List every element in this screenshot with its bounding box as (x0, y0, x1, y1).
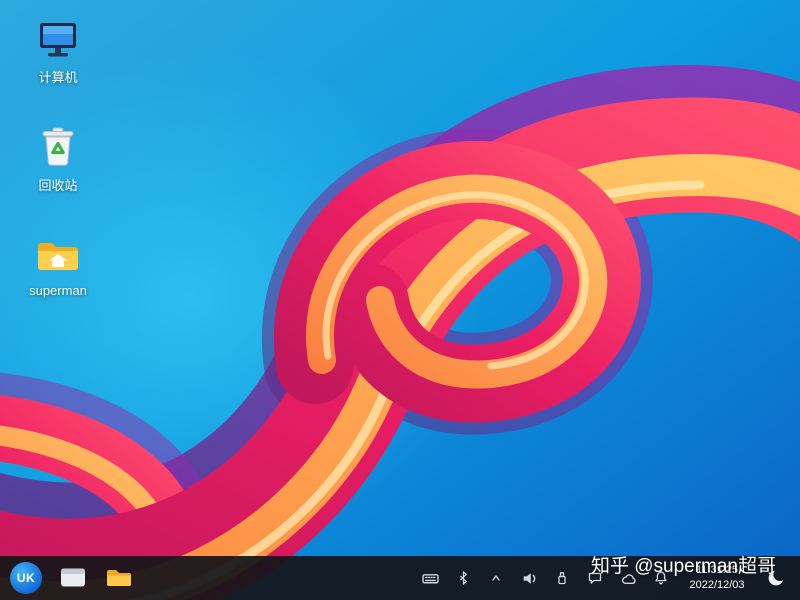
desktop-icon-label: 回收站 (38, 178, 78, 193)
wallpaper-image (0, 0, 800, 600)
start-logo-text: UK (16, 571, 36, 585)
desktop-icon-computer[interactable]: 计算机 (16, 16, 100, 86)
weather-icon[interactable] (619, 569, 637, 587)
start-button[interactable]: UK (10, 562, 42, 594)
desktop-icon-column: 计算机 回收站 superman (16, 16, 100, 298)
system-tray (421, 569, 670, 587)
file-manager-button[interactable] (104, 563, 134, 593)
taskbar: UK 11:31:25 2022/12/03 (0, 556, 800, 600)
clock-date: 2022/12/03 (689, 579, 745, 591)
recycle-bin-icon (39, 124, 77, 168)
expand-arrow-icon[interactable] (487, 569, 505, 587)
volume-icon[interactable] (520, 569, 538, 587)
bluetooth-icon[interactable] (454, 569, 472, 587)
keyboard-icon[interactable] (421, 569, 439, 587)
notification-icon[interactable] (652, 569, 670, 587)
usb-icon[interactable] (553, 569, 571, 587)
computer-icon (36, 16, 80, 60)
desktop-icon-home-folder[interactable]: superman (16, 232, 100, 298)
task-view-button[interactable] (58, 563, 88, 593)
desktop-icon-label: superman (29, 283, 87, 298)
home-folder-icon (35, 232, 81, 276)
night-mode-icon[interactable] (766, 568, 786, 588)
chat-icon[interactable] (586, 569, 604, 587)
desktop-icon-label: 计算机 (38, 70, 78, 85)
desktop-root: 计算机 回收站 superman UK 11:31:25 2022/12/03 … (0, 0, 800, 600)
clock[interactable]: 11:31:25 2022/12/03 (684, 563, 750, 593)
clock-time: 11:31:25 (695, 564, 738, 577)
desktop-icon-recycle-bin[interactable]: 回收站 (16, 124, 100, 194)
